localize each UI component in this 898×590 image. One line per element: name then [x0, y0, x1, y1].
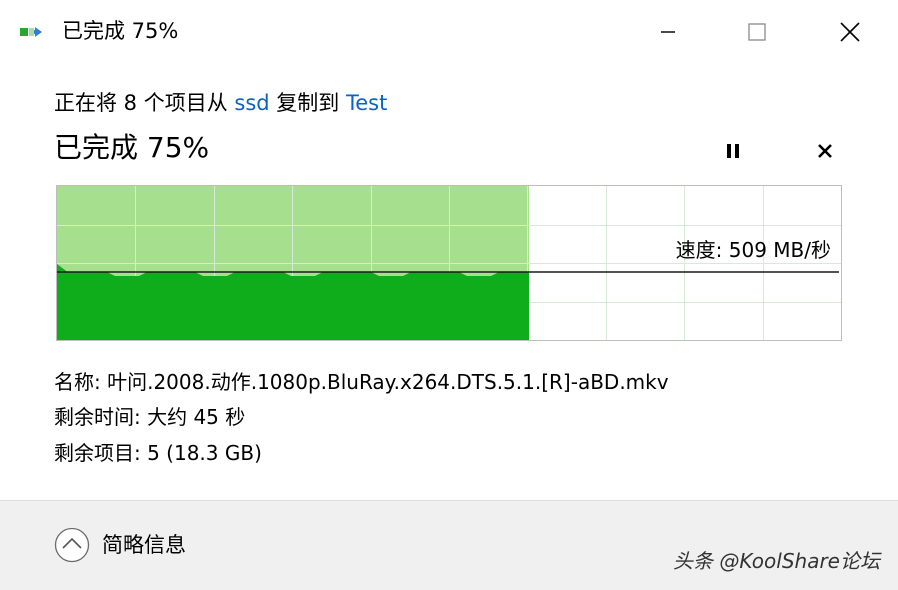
pause-icon	[727, 144, 739, 158]
chevron-up-icon	[54, 527, 90, 563]
items-remaining: 剩余项目: 5 (18.3 GB)	[54, 441, 262, 465]
dialog-footer: 简略信息 头条 @KoolShare论坛	[0, 500, 898, 590]
copy-middle-text: 复制到	[269, 91, 346, 115]
cancel-icon	[818, 144, 832, 158]
collapse-details-label[interactable]: 简略信息	[102, 530, 186, 560]
maximize-button[interactable]	[729, 12, 785, 52]
collapse-details-button[interactable]	[54, 527, 90, 563]
window-title: 已完成 75%	[62, 19, 179, 43]
minimize-button[interactable]	[640, 12, 696, 52]
source-folder-link[interactable]: ssd	[234, 91, 269, 115]
minimize-icon	[661, 31, 675, 33]
maximize-icon	[748, 23, 766, 41]
destination-folder-link[interactable]: Test	[346, 91, 387, 115]
cancel-copy-button[interactable]	[808, 136, 842, 166]
transfer-speed-graph: 速度: 509 MB/秒	[56, 185, 842, 341]
watermark: 头条 @KoolShare论坛	[673, 549, 880, 573]
pause-button[interactable]	[716, 136, 750, 166]
copy-app-icon	[20, 24, 50, 42]
file-name: 名称: 叶问.2008.动作.1080p.BluRay.x264.DTS.5.1…	[54, 370, 669, 394]
progress-status: 已完成 75%	[54, 131, 210, 164]
copy-description: 正在将 8 个项目从 ssd 复制到 Test	[54, 88, 387, 118]
title-bar: 已完成 75%	[0, 0, 898, 64]
close-window-button[interactable]	[822, 12, 878, 52]
speed-readout: 速度: 509 MB/秒	[675, 238, 831, 262]
copy-prefix-text: 正在将 8 个项目从	[54, 91, 235, 115]
time-remaining: 剩余时间: 大约 45 秒	[54, 405, 246, 429]
close-icon	[840, 22, 860, 42]
